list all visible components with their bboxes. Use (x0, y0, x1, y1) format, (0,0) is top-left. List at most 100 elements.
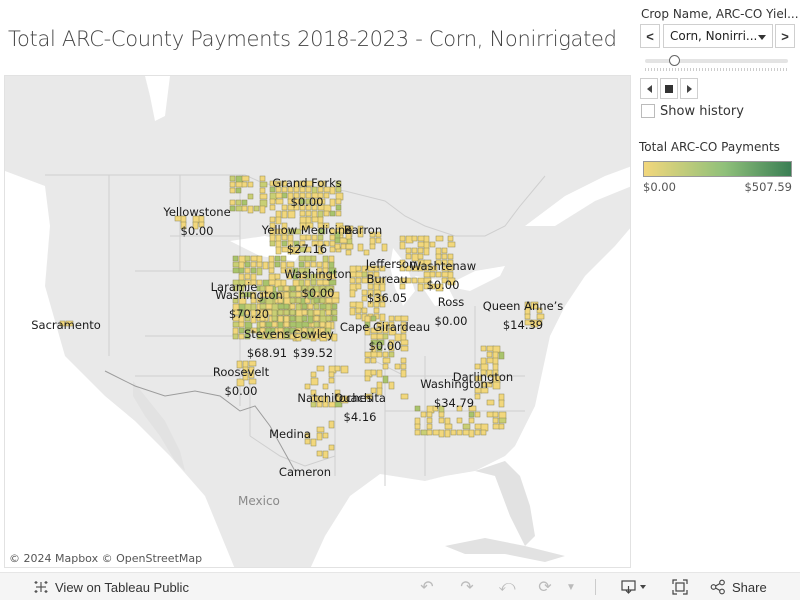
county-shape[interactable] (370, 357, 377, 364)
county-shape[interactable] (405, 247, 412, 254)
county-shape[interactable] (361, 307, 368, 314)
county-shape[interactable] (229, 205, 236, 212)
county-shape[interactable] (382, 363, 389, 370)
county-shape[interactable] (364, 375, 371, 382)
county-shape[interactable] (414, 429, 421, 436)
filter-dropdown[interactable]: Corn, Nonirri... (663, 24, 773, 48)
play-backward-button[interactable] (640, 78, 658, 99)
county-shape[interactable] (498, 417, 507, 424)
county-shape[interactable] (355, 307, 362, 314)
filter-slider-thumb[interactable] (668, 55, 680, 66)
county-shape[interactable] (382, 357, 391, 364)
county-shape[interactable] (435, 235, 444, 242)
county-shape[interactable] (310, 438, 317, 447)
county-shape[interactable] (444, 429, 451, 438)
county-shape[interactable] (474, 429, 481, 436)
county-shape[interactable] (247, 181, 254, 188)
county-shape[interactable] (244, 273, 251, 280)
county-shape[interactable] (444, 423, 453, 430)
county-shape[interactable] (262, 261, 269, 270)
share-button[interactable]: Share (710, 579, 767, 595)
filter-prev-button[interactable]: < (640, 24, 660, 48)
county-shape[interactable] (414, 423, 421, 430)
county-shape[interactable] (364, 357, 371, 364)
county-shape[interactable] (456, 429, 463, 436)
county-shape[interactable] (316, 432, 323, 441)
county-shape[interactable] (241, 181, 248, 188)
county-shape[interactable] (310, 377, 319, 386)
county-shape[interactable] (411, 247, 418, 254)
map-view[interactable]: Mexico Grand Forks $0.00 Yellowstone $0.00 Y… (4, 75, 631, 568)
county-shape[interactable] (381, 243, 388, 252)
county-shape[interactable] (498, 399, 505, 408)
county-shape[interactable] (394, 363, 401, 370)
county-shape[interactable] (322, 383, 329, 390)
county-shape[interactable] (244, 255, 251, 262)
county-shape[interactable] (456, 417, 463, 424)
county-shape[interactable] (369, 243, 376, 250)
county-shape[interactable] (328, 444, 335, 451)
county-shape[interactable] (250, 261, 257, 268)
county-shape[interactable] (325, 309, 332, 316)
county-shape[interactable] (355, 283, 362, 290)
county-shape[interactable] (256, 267, 263, 276)
county-shape[interactable] (399, 235, 406, 242)
county-shape[interactable] (307, 303, 314, 310)
county-shape[interactable] (474, 363, 481, 370)
county-shape[interactable] (259, 181, 268, 188)
county-shape[interactable] (241, 205, 248, 212)
county-shape[interactable] (316, 426, 325, 433)
county-shape[interactable] (363, 249, 370, 256)
county-shape[interactable] (417, 247, 424, 254)
county-shape[interactable] (325, 315, 332, 322)
county-shape[interactable] (289, 303, 296, 310)
county-shape[interactable] (259, 205, 266, 214)
county-shape[interactable] (259, 193, 268, 200)
county-shape[interactable] (256, 261, 263, 268)
county-shape[interactable] (310, 255, 317, 262)
county-shape[interactable] (269, 216, 276, 223)
county-shape[interactable] (232, 333, 239, 340)
filter-slider-track[interactable] (645, 59, 788, 63)
county-shape[interactable] (247, 205, 254, 214)
county-shape[interactable] (299, 210, 306, 217)
county-shape[interactable] (328, 377, 335, 384)
county-shape[interactable] (438, 411, 445, 418)
county-shape[interactable] (438, 429, 445, 438)
county-shape[interactable] (329, 210, 336, 217)
county-shape[interactable] (426, 423, 433, 430)
download-button[interactable] (618, 578, 652, 596)
county-shape[interactable] (241, 199, 248, 206)
county-shape[interactable] (256, 279, 263, 286)
county-shape[interactable] (382, 375, 389, 384)
county-shape[interactable] (400, 369, 407, 378)
county-shape[interactable] (399, 241, 406, 250)
county-shape[interactable] (235, 187, 242, 194)
filter-next-button[interactable]: > (775, 24, 795, 48)
fullscreen-button[interactable] (669, 578, 691, 596)
county-shape[interactable] (486, 351, 493, 358)
county-shape[interactable] (373, 307, 380, 314)
county-shape[interactable] (323, 210, 330, 217)
county-shape[interactable] (229, 187, 236, 194)
county-shape[interactable] (423, 247, 430, 256)
county-shape[interactable] (301, 303, 308, 310)
county-shape[interactable] (426, 429, 433, 436)
county-shape[interactable] (280, 255, 287, 262)
undo-button[interactable]: ↶ (416, 578, 438, 596)
refresh-dropdown[interactable]: ▼ (560, 578, 582, 596)
county-shape[interactable] (244, 261, 251, 268)
refresh-button[interactable]: ⟳ (534, 578, 556, 596)
county-shape[interactable] (426, 411, 433, 418)
county-shape[interactable] (301, 315, 308, 322)
county-shape[interactable] (304, 383, 311, 390)
county-shape[interactable] (474, 411, 481, 418)
county-shape[interactable] (313, 303, 320, 310)
county-shape[interactable] (232, 255, 239, 262)
county-shape[interactable] (274, 261, 281, 268)
county-shape[interactable] (349, 307, 356, 316)
county-shape[interactable] (316, 365, 325, 372)
county-shape[interactable] (486, 399, 495, 406)
county-shape[interactable] (274, 273, 281, 280)
county-shape[interactable] (241, 175, 250, 182)
